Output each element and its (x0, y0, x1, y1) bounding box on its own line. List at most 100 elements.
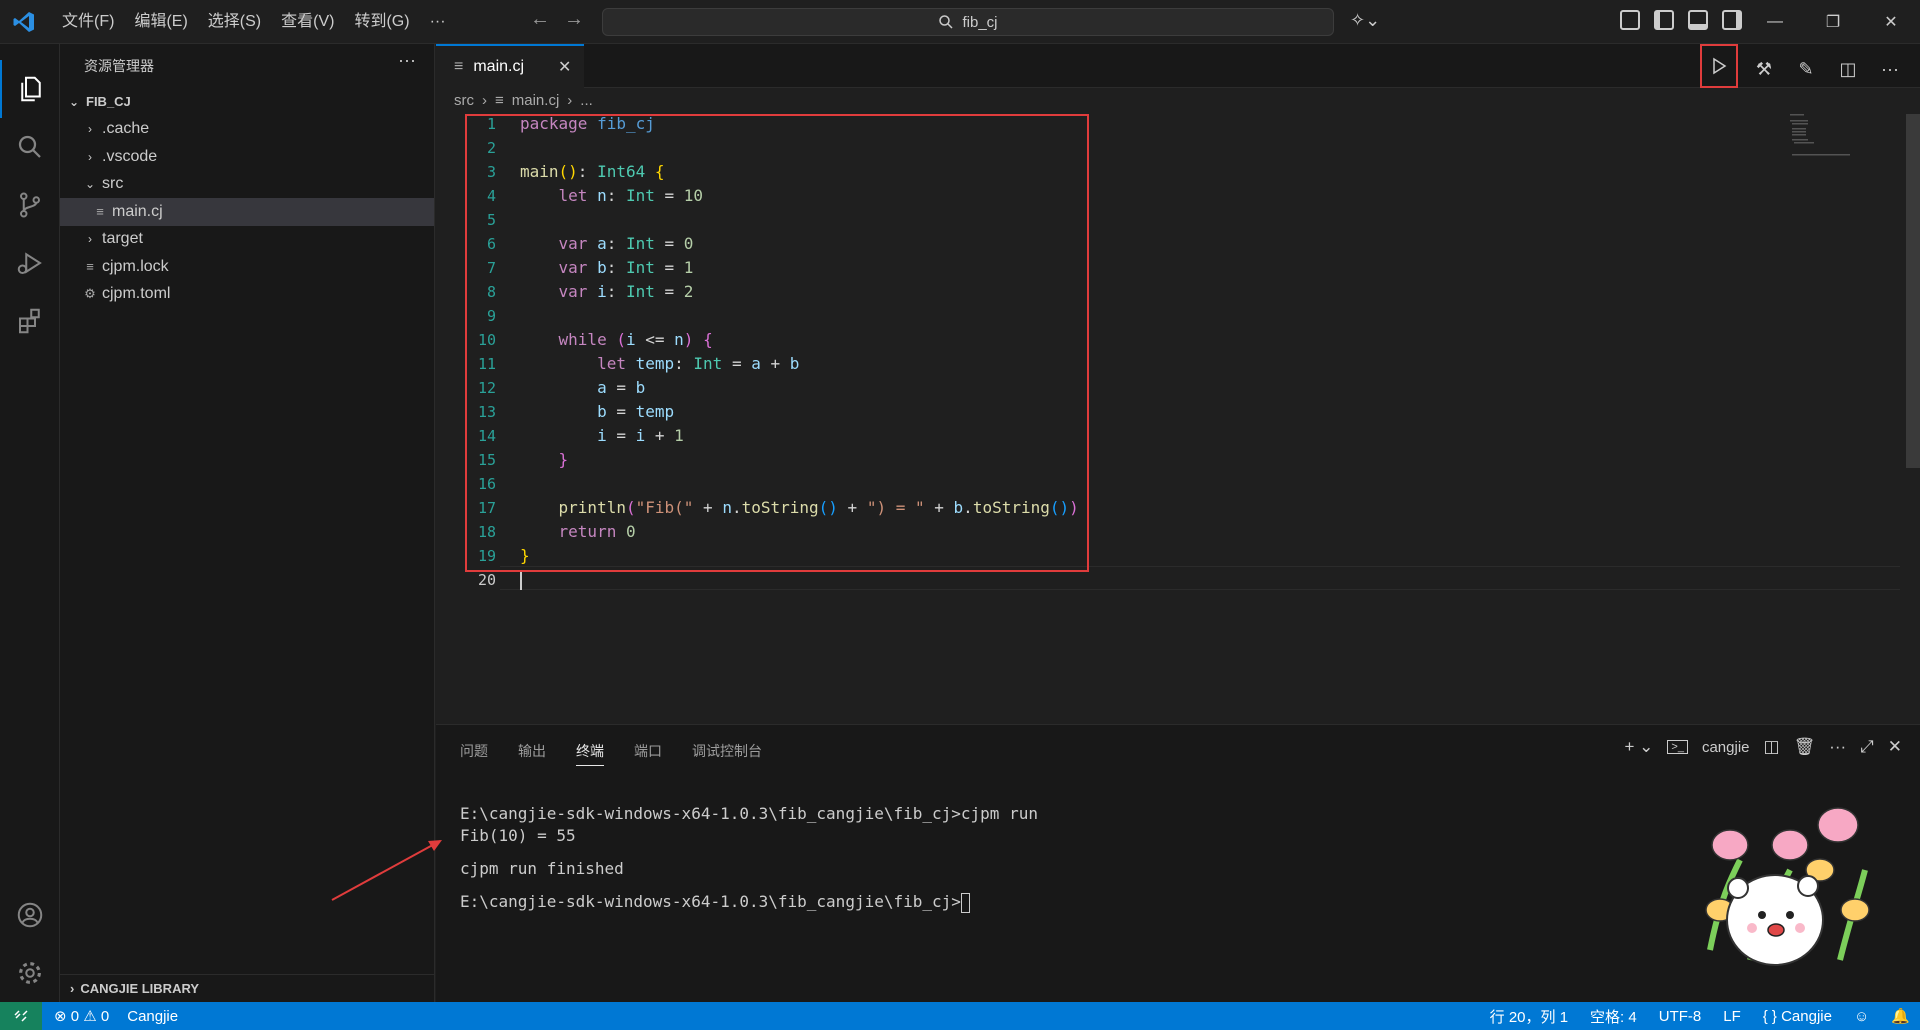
menu-edit[interactable]: 编辑(E) (124, 0, 197, 44)
title-bar: 文件(F) 编辑(E) 选择(S) 查看(V) 转到(G) ··· ← → fi… (0, 0, 1920, 44)
code-line-8: var i: Int = 2 (558, 282, 694, 301)
notifications-bell-icon[interactable]: 🔔 (1891, 1007, 1910, 1025)
trash-icon[interactable]: 🗑 (1794, 737, 1816, 757)
indentation[interactable]: 空格: 4 (1590, 1006, 1637, 1027)
minimap[interactable] (1790, 112, 1850, 162)
tree-root-folder[interactable]: ⌄ FIB_CJ (60, 88, 434, 116)
terminal-output[interactable]: E:\cangjie-sdk-windows-x64-1.0.3\fib_can… (460, 803, 1038, 913)
line-number: 8 (486, 283, 496, 301)
copilot-icon[interactable]: ✧⌄ (1350, 10, 1380, 31)
code-line-7: var b: Int = 1 (558, 258, 694, 277)
editor-scrollbar[interactable] (1906, 114, 1920, 468)
terminal-cursor (960, 892, 970, 913)
more-actions-icon[interactable]: ··· (398, 50, 416, 71)
cangjie-library-section[interactable]: › CANGJIE LIBRARY (60, 974, 434, 1002)
edit-pencil-icon[interactable]: ✎ (1790, 53, 1822, 85)
bear-flower-sticker (1705, 807, 1870, 966)
line-number: 2 (486, 139, 496, 157)
search-icon (939, 15, 954, 29)
search-view-icon[interactable] (0, 118, 60, 176)
line-number: 10 (477, 331, 496, 349)
terminal-line: cjpm run finished (460, 859, 624, 878)
menu-bar: 文件(F) 编辑(E) 选择(S) 查看(V) 转到(G) ··· (52, 0, 456, 44)
text-cursor (520, 570, 522, 590)
new-terminal-plus-icon[interactable]: + ⌄ (1625, 737, 1654, 757)
tree-item-target[interactable]: › target (60, 226, 434, 254)
explorer-icon[interactable] (0, 60, 60, 118)
tab-terminal[interactable]: 终端 (576, 741, 604, 766)
tree-item-label: .vscode (102, 147, 158, 165)
layout-controls (1620, 10, 1742, 30)
tab-problems[interactable]: 问题 (460, 741, 488, 766)
toggle-panel-icon[interactable] (1688, 10, 1708, 30)
warning-count: 0 (100, 1008, 110, 1025)
code-line-14: i = i + 1 (597, 426, 684, 445)
code-line-6: var a: Int = 0 (558, 234, 694, 253)
menu-selection[interactable]: 选择(S) (198, 0, 271, 44)
line-number: 6 (486, 235, 496, 253)
library-section-label: CANGJIE LIBRARY (80, 981, 200, 996)
tab-debug-console[interactable]: 调试控制台 (692, 741, 762, 766)
end-of-line[interactable]: LF (1723, 1008, 1741, 1025)
tree-item-cjpm-lock[interactable]: ≡ cjpm.lock (60, 253, 434, 281)
tree-item-cache[interactable]: › .cache (60, 116, 434, 144)
close-tab-icon[interactable]: ✕ (558, 57, 571, 77)
menu-more[interactable]: ··· (420, 0, 456, 44)
extensions-icon[interactable] (0, 292, 60, 350)
tab-ports[interactable]: 端口 (634, 741, 662, 766)
tab-main-cj[interactable]: ≡ main.cj ✕ (436, 44, 584, 88)
tree-item-vscode[interactable]: › .vscode (60, 143, 434, 171)
problems-status[interactable]: ⊗ 0 ⚠ 0 (54, 1007, 109, 1025)
build-hammer-icon[interactable]: ⚒ (1748, 53, 1780, 85)
minimize-icon[interactable]: — (1746, 0, 1804, 44)
close-window-icon[interactable]: ✕ (1862, 0, 1920, 44)
menu-go[interactable]: 转到(G) (344, 0, 419, 44)
encoding[interactable]: UTF-8 (1659, 1008, 1702, 1025)
panel-more-icon[interactable]: ··· (1829, 737, 1846, 757)
status-language-left[interactable]: Cangjie (127, 1008, 178, 1025)
settings-gear-icon[interactable] (0, 944, 60, 1002)
close-panel-icon[interactable]: ✕ (1888, 737, 1902, 757)
run-file-button[interactable] (1700, 44, 1738, 88)
code-line-1: package fib_cj (520, 112, 655, 136)
forward-arrow-icon[interactable]: → (564, 8, 584, 31)
tree-item-label: .cache (102, 120, 150, 138)
code-line-15: } (558, 450, 569, 469)
menu-view[interactable]: 查看(V) (271, 0, 344, 44)
tab-output[interactable]: 输出 (518, 741, 546, 766)
tree-item-main-cj[interactable]: ≡ main.cj (60, 198, 434, 226)
line-number: 18 (477, 523, 496, 541)
source-control-icon[interactable] (0, 176, 60, 234)
restore-icon[interactable]: ❐ (1804, 0, 1862, 44)
back-arrow-icon[interactable]: ← (530, 8, 550, 31)
menu-file[interactable]: 文件(F) (52, 0, 124, 44)
account-icon[interactable] (0, 886, 60, 944)
toggle-sidebar-icon[interactable] (1654, 10, 1674, 30)
split-editor-icon[interactable]: ◫ (1832, 53, 1864, 85)
code-line-13: b = temp (597, 402, 675, 421)
breadcrumb-more[interactable]: ... (580, 92, 593, 109)
toggle-secondary-sidebar-icon[interactable] (1722, 10, 1742, 30)
split-terminal-icon[interactable]: ◫ (1764, 737, 1780, 757)
tree-item-src[interactable]: ⌄ src (60, 171, 434, 199)
copilot-status-icon[interactable]: ☺ (1854, 1008, 1869, 1025)
customize-layout-icon[interactable] (1620, 10, 1640, 30)
error-count: 0 (70, 1008, 80, 1025)
tree-item-label: cjpm.toml (102, 285, 171, 303)
code-editor[interactable]: 1 package fib_cj 2 3 main(): Int64 { 4 let… (436, 112, 1920, 724)
maximize-panel-icon[interactable]: ⤢ (1860, 737, 1874, 757)
cursor-position[interactable]: 行 20，列 1 (1490, 1006, 1568, 1027)
remote-indicator[interactable] (0, 1002, 42, 1030)
terminal-name[interactable]: cangjie (1702, 739, 1750, 756)
editor-more-icon[interactable]: ··· (1874, 53, 1906, 85)
language-mode[interactable]: { } Cangjie (1763, 1008, 1832, 1025)
breadcrumb-src[interactable]: src (454, 92, 474, 109)
command-center-search[interactable]: fib_cj (602, 8, 1334, 36)
run-debug-icon[interactable] (0, 234, 60, 292)
breadcrumb-file[interactable]: main.cj (512, 92, 560, 109)
tree-item-cjpm-toml[interactable]: ⚙ cjpm.toml (60, 281, 434, 309)
line-number: 13 (477, 403, 496, 421)
file-lines-icon: ≡ (96, 204, 104, 220)
chevron-right-icon: › (88, 149, 92, 164)
root-folder-label: FIB_CJ (86, 94, 131, 110)
